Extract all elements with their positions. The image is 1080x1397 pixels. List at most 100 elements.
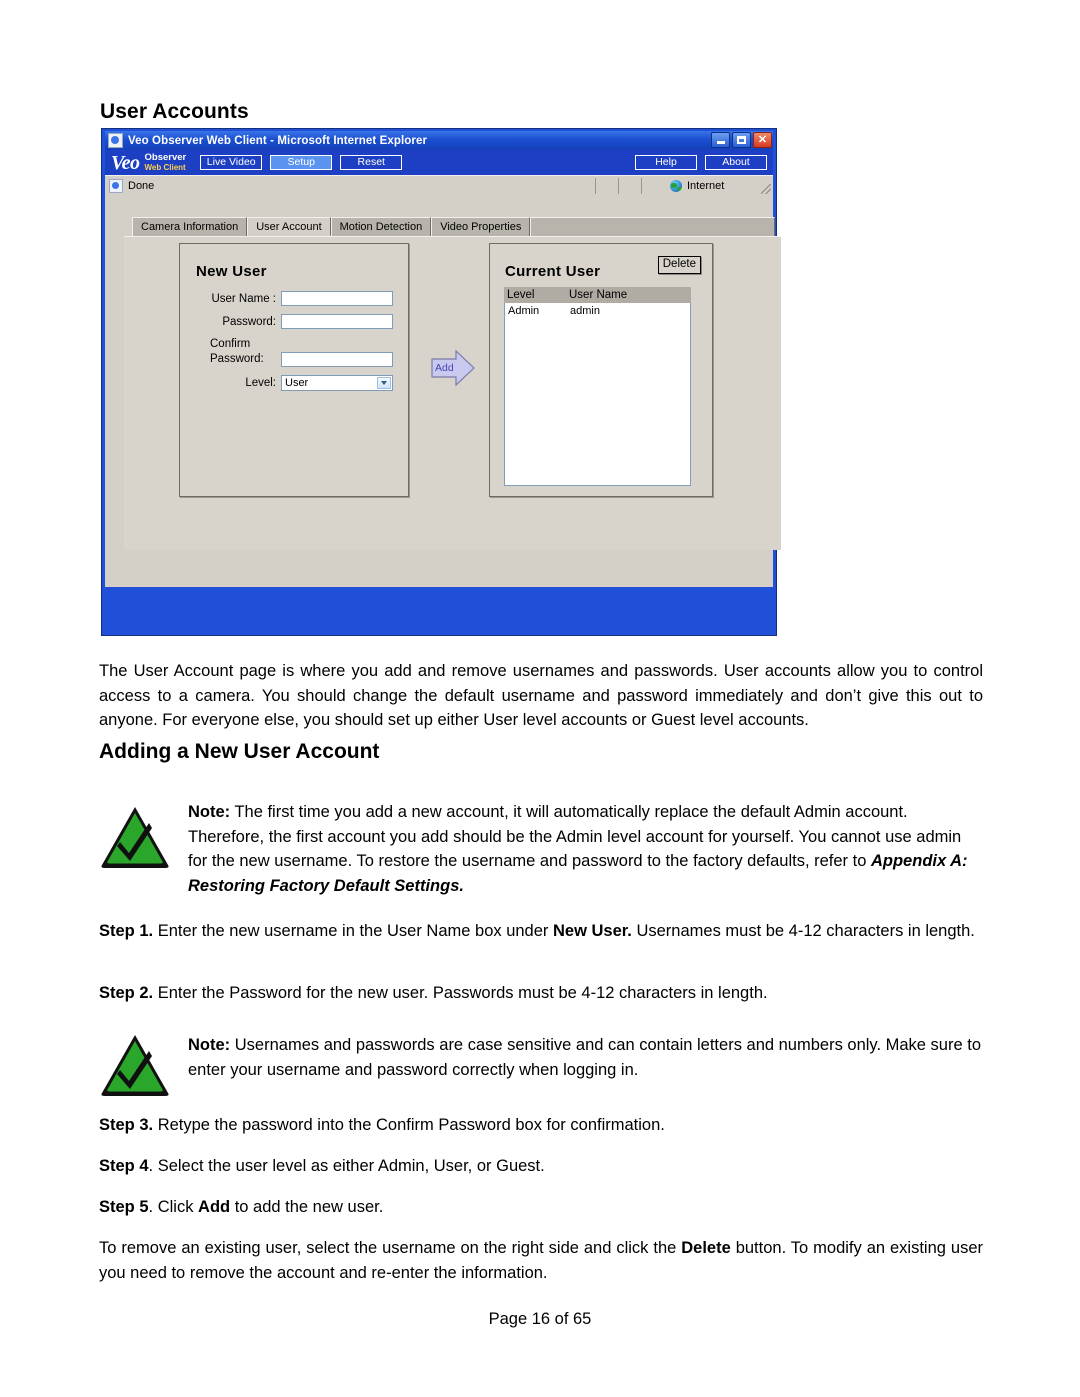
step-2-label: Step 2. [99, 984, 154, 1002]
add-button[interactable]: Add [430, 349, 476, 387]
confirm-password-input[interactable] [281, 352, 393, 367]
step-4-part1: . Select the user level as either Admin,… [148, 1157, 545, 1175]
toolbar-button-setup[interactable]: Setup [270, 155, 333, 170]
cell-level: Admin [508, 304, 540, 317]
step-3-part1: Retype the password into the Confirm Pas… [153, 1116, 665, 1134]
column-header-level: Level [507, 289, 535, 301]
step-1-label: Step 1. [99, 922, 154, 940]
delete-button[interactable]: Delete [657, 256, 701, 274]
security-zone-indicator[interactable]: Internet [641, 178, 773, 194]
closing-part1: To remove an existing user, select the u… [99, 1239, 682, 1257]
step-1-bold: New User. [553, 922, 632, 940]
toolbar-button-about[interactable]: About [705, 155, 767, 170]
toolbar-button-live-video[interactable]: Live Video [200, 155, 263, 170]
level-label: Level: [245, 377, 276, 389]
new-user-panel: New User User Name : Password: Confirm Pa… [179, 243, 409, 497]
veo-logo-line2: Web Client [144, 163, 186, 172]
field-row-level: Level: User [188, 375, 396, 391]
step-2: Step 2. Enter the Password for the new u… [99, 981, 983, 1006]
field-row-confirm-password: Confirm Password: [188, 337, 396, 367]
user-name-input[interactable] [281, 291, 393, 306]
tab-camera-information[interactable]: Camera Information [132, 217, 248, 236]
step-5-part2: to add the new user. [230, 1198, 384, 1216]
status-segment-2 [618, 178, 641, 194]
note-body-2: Usernames and passwords are case sensiti… [188, 1036, 982, 1079]
page-footer: Page 16 of 65 [488, 1310, 592, 1328]
tab-user-account[interactable]: User Account [247, 217, 331, 236]
note-body-1: The first time you add a new account, it… [188, 803, 962, 870]
ie-document-icon [109, 179, 123, 193]
status-segment-1 [595, 178, 618, 194]
table-row[interactable]: Admin admin [505, 303, 690, 318]
veo-logo-line1: Observer [144, 152, 187, 163]
step-1: Step 1. Enter the new username in the Us… [99, 919, 983, 944]
tab-strip: Camera Information User Account Motion D… [132, 217, 775, 236]
step-5-label: Step 5 [99, 1198, 149, 1216]
maximize-icon [737, 136, 746, 144]
cell-username: admin [570, 304, 600, 317]
note-label-1: Note: [188, 803, 231, 821]
user-name-label: User Name : [211, 292, 276, 305]
browser-title: Veo Observer Web Client - Microsoft Inte… [128, 134, 428, 147]
step-2-part1: Enter the Password for the new user. Pas… [153, 984, 768, 1002]
maximize-button[interactable] [732, 132, 751, 148]
note-check-triangle-icon [99, 804, 171, 870]
web-page-body: Camera Information User Account Motion D… [105, 175, 781, 565]
intro-paragraph: The User Account page is where you add a… [99, 662, 983, 729]
close-button[interactable]: ✕ [753, 132, 772, 148]
level-select[interactable]: User [281, 375, 393, 391]
step-5: Step 5. Click Add to add the new user. [99, 1195, 983, 1220]
new-user-title: New User [196, 263, 267, 280]
veo-logo-subtext: Observer Web Client [145, 153, 187, 172]
section-title: Adding a New User Account [99, 740, 380, 763]
resize-grip[interactable] [761, 184, 771, 194]
toolbar-button-help[interactable]: Help [635, 155, 697, 170]
level-select-value: User [285, 377, 309, 389]
tab-video-properties[interactable]: Video Properties [431, 217, 531, 236]
ie-document-icon [108, 133, 123, 148]
window-controls: ✕ [711, 132, 772, 148]
column-header-user-name: User Name [569, 289, 628, 301]
browser-titlebar: Veo Observer Web Client - Microsoft Inte… [105, 131, 773, 150]
chevron-down-icon[interactable] [377, 377, 391, 389]
table-body[interactable]: Admin admin [504, 303, 691, 486]
veo-brand-text: Veo [111, 151, 140, 174]
veo-logo: Veo Observer Web Client [111, 151, 187, 174]
document-page: User Accounts Veo Observer Web Client - … [0, 0, 1080, 1397]
confirm-password-label: Confirm Password: [210, 338, 264, 365]
tab-motion-detection[interactable]: Motion Detection [330, 217, 432, 236]
note-check-triangle-icon [99, 1032, 171, 1098]
note-text-2: Note: Usernames and passwords are case s… [188, 1033, 983, 1082]
minimize-icon [716, 141, 725, 144]
step-1-part2: Usernames must be 4-12 characters in len… [631, 922, 975, 940]
field-row-user-name: User Name : [188, 291, 396, 306]
page-title: User Accounts [100, 100, 249, 123]
browser-status-bar: Done Internet [105, 175, 773, 196]
step-5-part1: . Click [148, 1198, 199, 1216]
closing-bold: Delete [681, 1239, 731, 1257]
app-toolbar: Veo Observer Web Client Live Video Setup… [105, 150, 773, 175]
note-label-2: Note: [188, 1036, 231, 1054]
toolbar-button-reset[interactable]: Reset [340, 155, 403, 170]
password-input[interactable] [281, 314, 393, 329]
browser-window-screenshot: Veo Observer Web Client - Microsoft Inte… [101, 128, 781, 636]
note-text-1: Note: The first time you add a new accou… [188, 800, 983, 898]
step-4-label: Step 4 [99, 1157, 149, 1175]
close-icon: ✕ [757, 133, 768, 146]
security-zone-label: Internet [687, 180, 725, 192]
status-text: Done [128, 180, 155, 192]
step-5-bold: Add [198, 1198, 231, 1216]
browser-viewport: Camera Information User Account Motion D… [105, 175, 781, 587]
step-4: Step 4. Select the user level as either … [99, 1154, 983, 1179]
current-user-panel: Current User Delete Level User Name Admi… [489, 243, 713, 497]
field-row-password: Password: [188, 314, 396, 329]
password-label: Password: [222, 315, 276, 328]
toolbar-right-group: Help About [635, 155, 767, 170]
closing-paragraph: To remove an existing user, select the u… [99, 1236, 983, 1285]
add-button-label: Add [435, 362, 454, 374]
minimize-button[interactable] [711, 132, 730, 148]
tab-panel-user-account: New User User Name : Password: Confirm Pa… [124, 236, 781, 550]
tab-strip-filler [530, 217, 775, 236]
step-3-label: Step 3. [99, 1116, 154, 1134]
step-3: Step 3. Retype the password into the Con… [99, 1113, 983, 1138]
